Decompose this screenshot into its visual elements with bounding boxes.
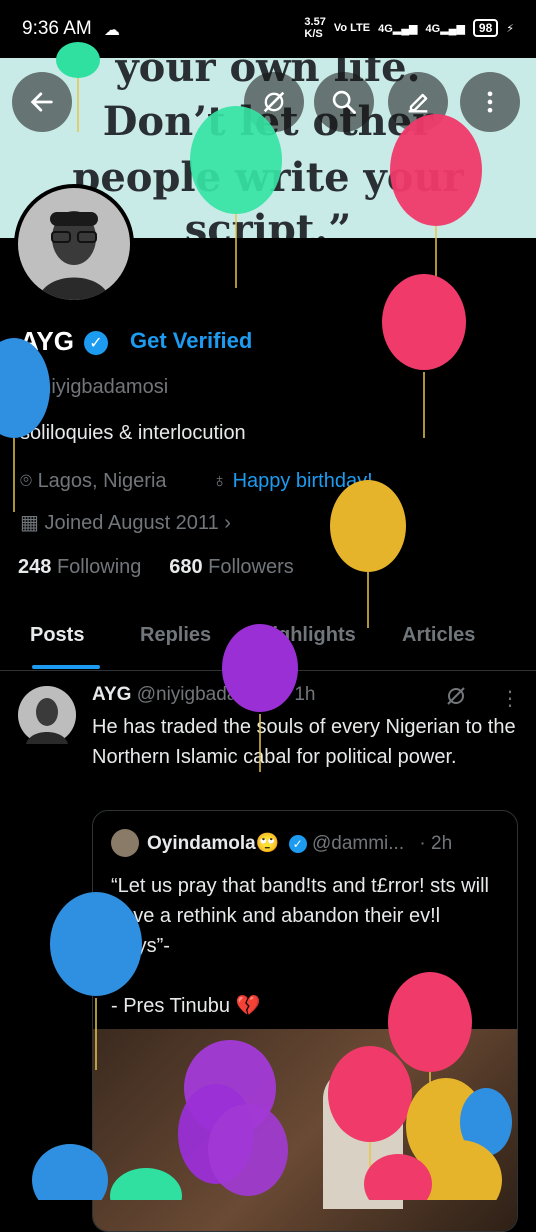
joined-row: ▦ Joined August 2011 ›	[20, 510, 231, 535]
search-icon	[332, 90, 356, 114]
location-text: Lagos, Nigeria	[37, 470, 167, 492]
post-avatar[interactable]	[18, 686, 76, 744]
verified-badge-icon[interactable]: ✓	[83, 331, 108, 356]
profile-name-text: AYG	[20, 326, 74, 356]
speed-value: 3.57	[304, 16, 326, 28]
calendar-icon: ▦	[20, 512, 39, 534]
tab-posts[interactable]: Posts	[30, 624, 84, 647]
location-row: ⌾ Lagos, Nigeria	[20, 470, 167, 493]
grok-icon[interactable]	[444, 684, 468, 713]
post-header: AYG @niyigbadamosi · 1h	[92, 684, 316, 706]
battery-icon: 98	[472, 19, 499, 37]
back-arrow-icon	[30, 92, 53, 112]
post-handle: @niyigbadamosi	[136, 684, 278, 705]
quote-verified-badge-icon: ✓	[288, 834, 307, 853]
profile-name: AYG ✓	[20, 326, 108, 357]
speed-unit: K/S	[304, 28, 323, 40]
quote-time: · 2h	[419, 833, 453, 854]
quoted-post[interactable]: Oyindamola🙄 ✓ @dammi... · 2h “Let us pra…	[92, 810, 518, 1232]
volte-label: Vo LTE	[333, 22, 371, 34]
signal-icon-2: 4G▂▄▆	[425, 22, 465, 35]
get-verified-link[interactable]: Get Verified	[130, 328, 252, 354]
birthday-row: ♁ Happy birthday!	[212, 470, 373, 493]
location-icon: ⌾	[20, 470, 32, 492]
followers-label: Followers	[208, 556, 294, 578]
quote-media-image[interactable]	[93, 1029, 517, 1231]
following-label: Following	[56, 556, 142, 578]
status-bar: 9:36 AM ☁ 3.57 K/S Vo LTE 4G▂▄▆ 4G▂▄▆ 98 …	[0, 0, 536, 58]
followers-link[interactable]: 680 Followers	[169, 556, 294, 578]
search-button[interactable]	[314, 72, 374, 132]
quote-avatar	[111, 829, 139, 857]
media-figure	[323, 1069, 403, 1209]
avatar[interactable]	[14, 184, 134, 304]
following-link[interactable]: 248 Following	[18, 556, 141, 578]
active-tab-indicator	[32, 665, 100, 669]
grok-button[interactable]	[244, 72, 304, 132]
quote-header: Oyindamola🙄 ✓ @dammi... · 2h	[147, 831, 452, 855]
balloon-icon	[382, 274, 466, 438]
back-button[interactable]	[12, 72, 72, 132]
birthday-text[interactable]: Happy birthday!	[233, 470, 373, 492]
balloon-icon	[330, 480, 406, 628]
post-avatar-image	[18, 686, 76, 744]
edit-icon	[408, 93, 428, 113]
joined-text: Joined August 2011	[44, 512, 219, 534]
post-text: He has traded the souls of every Nigeria…	[92, 716, 516, 768]
quote-author: Oyindamola🙄	[147, 833, 280, 854]
tab-articles[interactable]: Articles	[402, 624, 475, 647]
cloud-icon: ☁	[104, 22, 120, 39]
quote-handle: @dammi...	[311, 833, 405, 854]
signal-icon: 4G▂▄▆	[378, 22, 418, 35]
profile-handle: @niyigbadamosi	[20, 376, 169, 398]
tab-highlights[interactable]: Highlights	[258, 624, 356, 647]
profile-tabs: Posts Replies Highlights Articles	[0, 612, 536, 671]
quote-text-line2: - Pres Tinubu 💔	[111, 995, 261, 1017]
avatar-image	[18, 188, 130, 300]
edit-button[interactable]	[388, 72, 448, 132]
net2-label: 4G	[425, 22, 441, 35]
net1-label: 4G	[378, 22, 393, 35]
status-time: 9:36 AM	[22, 18, 92, 39]
quote-text-line1: “Let us pray that band!ts and t£rror! st…	[111, 875, 489, 957]
net-speed: 3.57 K/S	[304, 16, 325, 40]
more-icon	[487, 91, 493, 113]
tab-replies[interactable]: Replies	[140, 624, 211, 647]
charging-icon: ⚡	[506, 22, 514, 35]
quote-text: “Let us pray that band!ts and t£rror! st…	[111, 871, 501, 1021]
profile-bio: soliloquies & interlocution	[20, 422, 246, 444]
followers-count: 680	[169, 556, 203, 578]
follow-counts: 248 Following 680 Followers	[18, 556, 294, 579]
post-more-icon[interactable]: ⋮	[500, 686, 520, 711]
balloon-icon: ♁	[212, 470, 227, 492]
following-count: 248	[18, 556, 52, 578]
more-button[interactable]	[460, 72, 520, 132]
status-right: 3.57 K/S Vo LTE 4G▂▄▆ 4G▂▄▆ 98 ⚡	[304, 16, 514, 40]
chevron-right-icon[interactable]: ›	[224, 512, 231, 534]
post-author[interactable]: AYG	[92, 684, 131, 705]
grok-icon	[263, 91, 285, 113]
post-time: · 1h	[282, 684, 316, 705]
